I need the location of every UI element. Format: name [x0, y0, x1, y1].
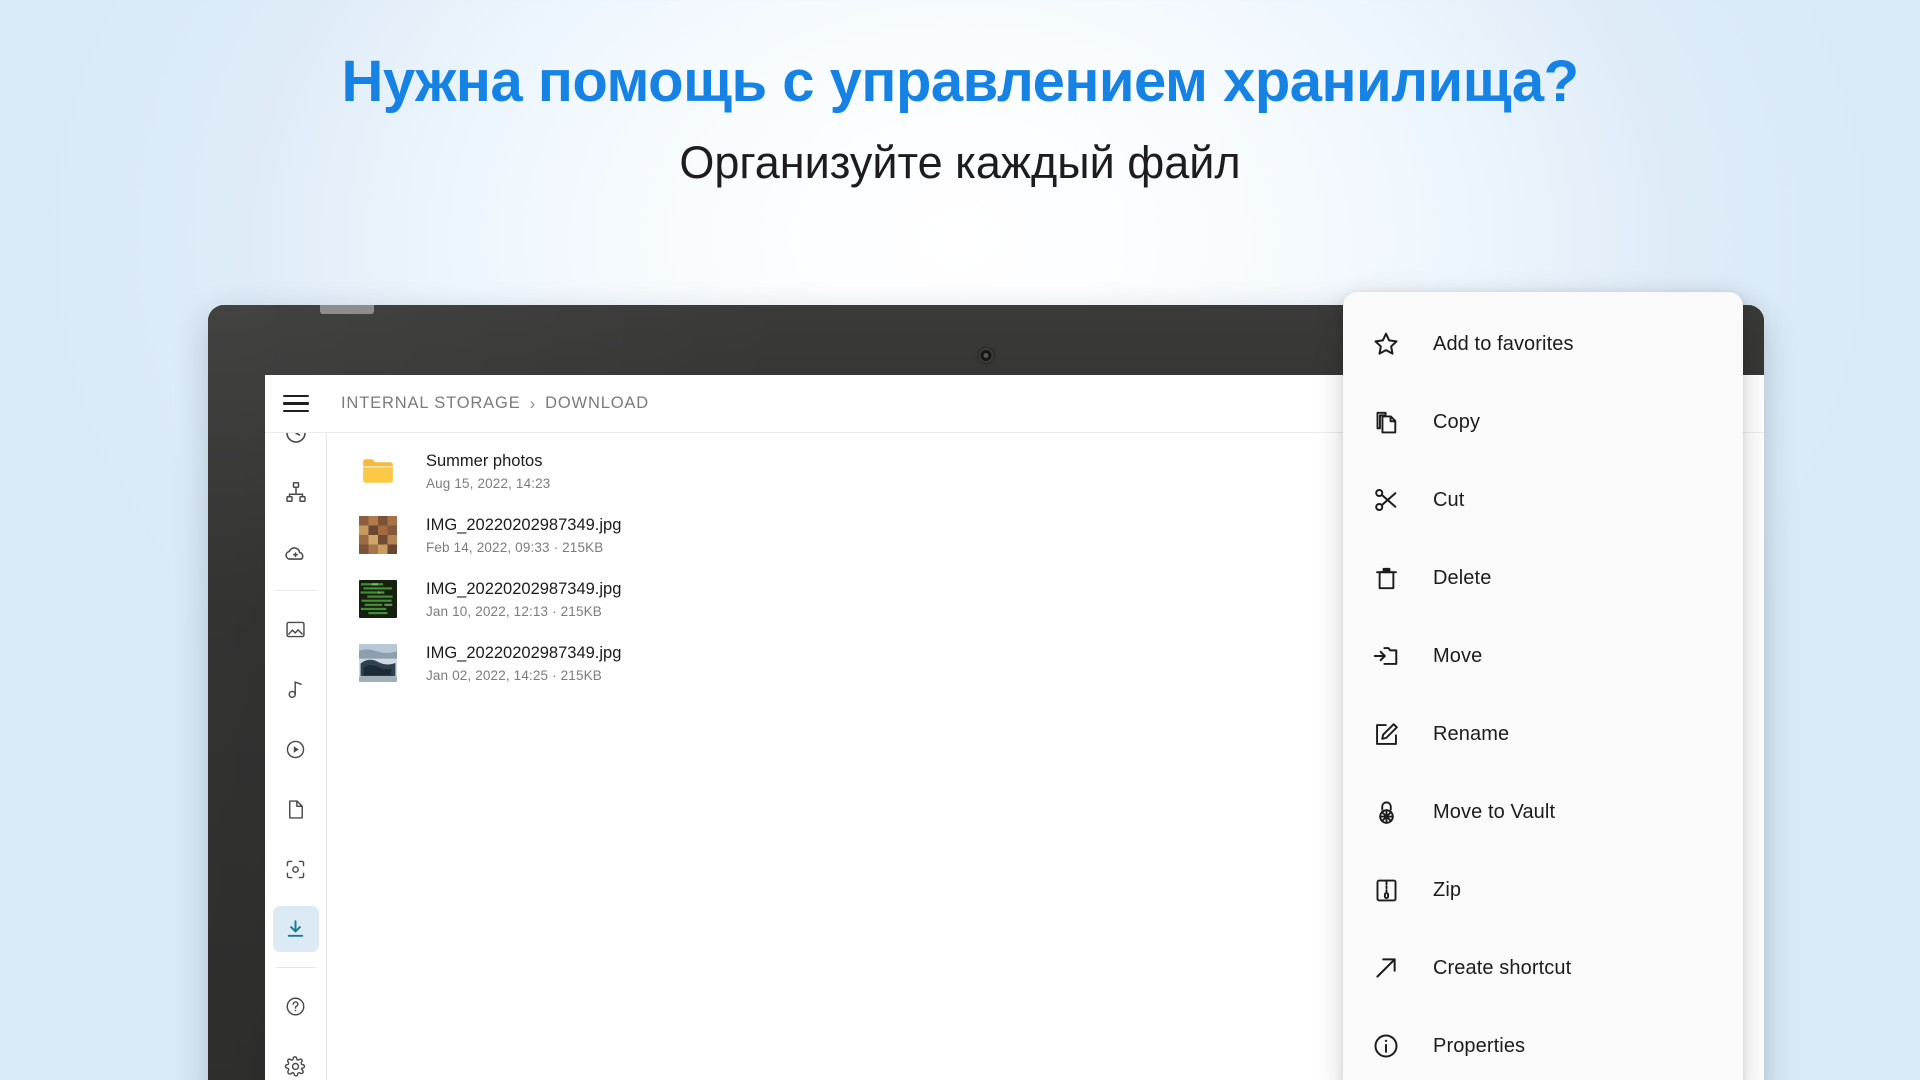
star-icon [1371, 329, 1401, 359]
menu-item-label: Delete [1433, 567, 1491, 590]
menu-icon[interactable] [283, 393, 309, 415]
help-icon [284, 995, 307, 1018]
hero-banner: Нужна помощь с управлением хранилища? Ор… [0, 0, 1920, 188]
sidebar-item-images[interactable] [273, 606, 319, 652]
menu-item-label: Add to favorites [1433, 333, 1574, 356]
move-to-folder-icon [1371, 641, 1401, 671]
image-thumbnail [359, 580, 397, 618]
chevron-right-icon: › [530, 394, 537, 414]
menu-item-create-shortcut[interactable]: Create shortcut [1343, 929, 1743, 1007]
settings-icon [284, 1055, 307, 1078]
folder-icon [359, 452, 397, 490]
sidebar-item-settings[interactable] [273, 1043, 319, 1080]
menu-item-add-to-favorites[interactable]: Add to favorites [1343, 305, 1743, 383]
network-icon [284, 480, 308, 504]
menu-item-properties[interactable]: Properties [1343, 1007, 1743, 1080]
menu-item-label: Copy [1433, 411, 1480, 434]
menu-item-label: Cut [1433, 489, 1464, 512]
file-subtitle: Feb 14, 2022, 09:33 · 215KB [426, 540, 621, 555]
breadcrumb-root[interactable]: INTERNAL STORAGE [341, 394, 521, 413]
menu-item-label: Zip [1433, 879, 1461, 902]
menu-item-label: Properties [1433, 1035, 1525, 1058]
sidebar-item-scan[interactable] [273, 846, 319, 892]
pencil-square-icon [1371, 719, 1401, 749]
menu-item-label: Create shortcut [1433, 957, 1571, 980]
downloads-icon [284, 918, 307, 941]
audio-icon [284, 678, 307, 701]
trash-icon [1371, 563, 1401, 593]
page-title: Нужна помощь с управлением хранилища? [0, 52, 1920, 112]
file-subtitle: Aug 15, 2022, 14:23 [426, 476, 550, 491]
file-subtitle: Jan 02, 2022, 14:25 · 215KB [426, 668, 621, 683]
navigation-rail [265, 433, 327, 1080]
arrow-up-right-icon [1371, 953, 1401, 983]
menu-item-cut[interactable]: Cut [1343, 461, 1743, 539]
file-meta: IMG_20220202987349.jpg Feb 14, 2022, 09:… [426, 515, 621, 555]
file-meta: Summer photos Aug 15, 2022, 14:23 [426, 451, 550, 491]
image-thumbnail [359, 516, 397, 554]
sidebar-item-video[interactable] [273, 726, 319, 772]
sidebar-item-network[interactable] [273, 469, 319, 515]
page-subtitle: Организуйте каждый файл [0, 138, 1920, 188]
menu-item-delete[interactable]: Delete [1343, 539, 1743, 617]
image-thumbnail [359, 644, 397, 682]
rail-divider [276, 590, 316, 591]
menu-item-zip[interactable]: Zip [1343, 851, 1743, 929]
device-notch [320, 305, 374, 314]
scan-icon [284, 858, 307, 881]
info-circle-icon [1371, 1031, 1401, 1061]
sidebar-item-documents[interactable] [273, 786, 319, 832]
menu-item-copy[interactable]: Copy [1343, 383, 1743, 461]
file-meta: IMG_20220202987349.jpg Jan 10, 2022, 12:… [426, 579, 621, 619]
file-subtitle: Jan 10, 2022, 12:13 · 215KB [426, 604, 621, 619]
context-menu: Add to favorites Copy Cut [1343, 292, 1743, 1080]
file-name: IMG_20220202987349.jpg [426, 643, 621, 664]
lock-icon [1371, 797, 1401, 827]
scissors-icon [1371, 485, 1401, 515]
menu-item-label: Move to Vault [1433, 801, 1555, 824]
zip-box-icon [1371, 875, 1401, 905]
file-name: Summer photos [426, 451, 550, 472]
breadcrumb: INTERNAL STORAGE › DOWNLOAD [341, 394, 649, 414]
rail-divider-2 [276, 967, 316, 968]
menu-item-move[interactable]: Move [1343, 617, 1743, 695]
menu-item-rename[interactable]: Rename [1343, 695, 1743, 773]
images-icon [284, 618, 307, 641]
sidebar-item-downloads[interactable] [273, 906, 319, 952]
file-meta: IMG_20220202987349.jpg Jan 02, 2022, 14:… [426, 643, 621, 683]
documents-icon [284, 798, 307, 821]
file-name: IMG_20220202987349.jpg [426, 515, 621, 536]
copy-icon [1371, 407, 1401, 437]
sidebar-item-audio[interactable] [273, 666, 319, 712]
sidebar-item-help[interactable] [273, 983, 319, 1029]
front-camera-icon [979, 348, 994, 363]
breadcrumb-current[interactable]: DOWNLOAD [545, 394, 649, 413]
menu-item-move-to-vault[interactable]: Move to Vault [1343, 773, 1743, 851]
menu-item-label: Rename [1433, 723, 1509, 746]
cloud-add-icon [283, 540, 308, 565]
sidebar-item-add-cloud[interactable] [273, 529, 319, 575]
video-icon [284, 738, 307, 761]
menu-item-label: Move [1433, 645, 1482, 668]
file-name: IMG_20220202987349.jpg [426, 579, 621, 600]
